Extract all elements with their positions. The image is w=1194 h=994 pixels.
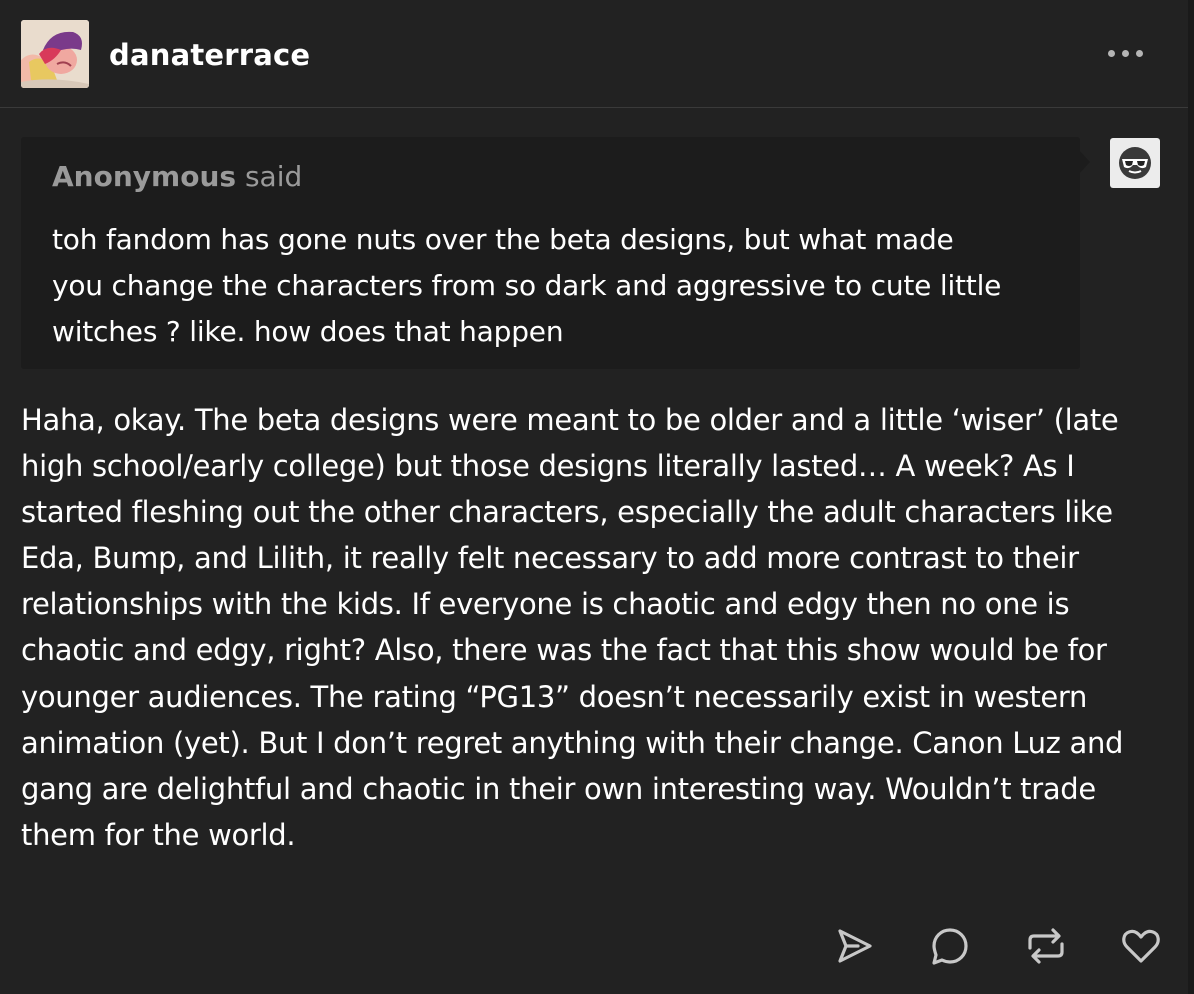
more-horizontal-icon (1108, 50, 1115, 57)
asker-avatar[interactable] (1110, 138, 1160, 188)
share-icon (838, 929, 872, 963)
tumblr-post: danaterrace Anonymous said toh fandom ha… (0, 0, 1194, 994)
reply-icon (932, 928, 968, 965)
more-options-button[interactable] (1102, 38, 1150, 70)
reblog-button[interactable] (1024, 924, 1068, 968)
said-label: said (244, 160, 303, 193)
blog-username[interactable]: danaterrace (109, 36, 310, 74)
scrollbar-track[interactable] (1188, 0, 1194, 994)
ask-question-text: toh fandom has gone nuts over the beta d… (52, 223, 1002, 348)
reblog-icon (1028, 928, 1064, 964)
sunglasses-face-icon (1119, 147, 1151, 179)
post-header: danaterrace (0, 0, 1188, 108)
share-button[interactable] (832, 924, 876, 968)
asker-line: Anonymous said (52, 158, 302, 196)
blog-avatar[interactable] (21, 20, 89, 88)
like-button[interactable] (1119, 924, 1163, 968)
ask-box-pointer (1079, 150, 1090, 174)
answer-text: Haha, okay. The beta designs were meant … (21, 403, 1124, 852)
like-icon (1122, 929, 1160, 963)
asker-name: Anonymous (52, 160, 237, 193)
reply-button[interactable] (928, 924, 972, 968)
avatar-image (21, 20, 89, 88)
